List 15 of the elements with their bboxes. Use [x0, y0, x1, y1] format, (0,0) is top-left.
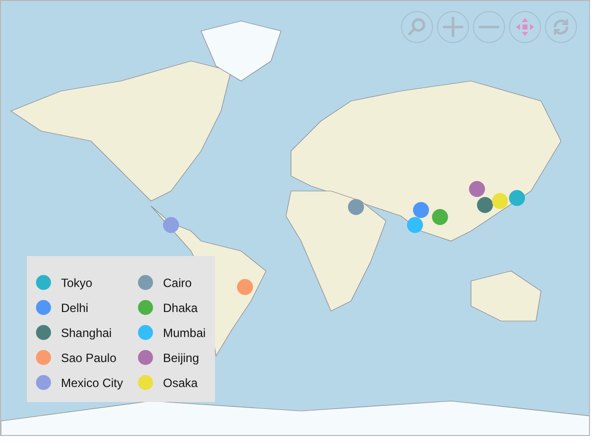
legend-label: Osaka — [163, 376, 198, 390]
legend-label: Cairo — [163, 276, 192, 290]
legend-label: Tokyo — [61, 276, 92, 290]
legend-label: Shanghai — [61, 326, 112, 340]
zoom-in-icon[interactable] — [437, 11, 469, 43]
legend-label: Mumbai — [163, 326, 206, 340]
legend-label: Dhaka — [163, 300, 198, 314]
legend-label: Mexico City — [61, 376, 124, 390]
search-icon[interactable] — [401, 11, 433, 43]
legend-label: Delhi — [61, 300, 88, 314]
reset-icon[interactable] — [545, 11, 577, 43]
zoom-out-icon[interactable] — [473, 11, 505, 43]
pan-icon[interactable] — [509, 11, 541, 43]
legend-label: Beijing — [163, 350, 200, 364]
legend-label: Sao Paulo — [61, 350, 116, 364]
